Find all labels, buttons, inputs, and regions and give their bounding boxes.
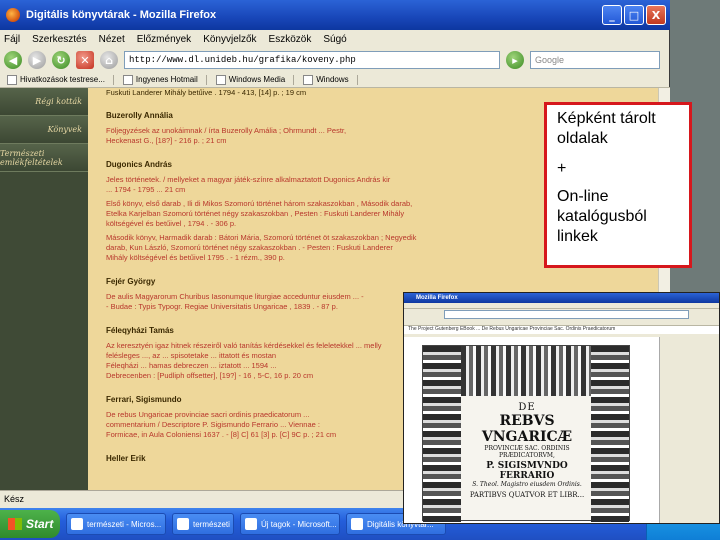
entry-line: Fuskuti Landerer Mihály betűive . 1794 -…: [106, 88, 307, 97]
viewer-caption: The Project Gutenberg EBook ... De Rebus…: [404, 326, 719, 334]
bookmarks-toolbar: Hivatkozások testrese... Ingyenes Hotmai…: [0, 72, 670, 88]
menu-history[interactable]: Előzmények: [137, 34, 191, 45]
entry-line: Mihály költségével és betűivel 1795 . - …: [106, 253, 285, 262]
entry-line: Heckenast G., [18?] - 216 p. ; 21 cm: [106, 136, 227, 145]
engraving-border-right: [591, 346, 629, 522]
sidebar-item-nature[interactable]: Természeti emlékfeltételek: [0, 144, 88, 172]
windows-logo-icon: [8, 518, 22, 530]
taskbar-button[interactable]: Új tagok - Microsoft...: [240, 513, 340, 535]
viewer-address-bar[interactable]: [444, 310, 689, 319]
sidebar-item-old-scores[interactable]: Régi kották: [0, 88, 88, 116]
menu-tools[interactable]: Eszközök: [269, 34, 312, 45]
menu-bar: Fájl Szerkesztés Nézet Előzmények Könyvj…: [0, 30, 670, 48]
bookmark-item[interactable]: Windows: [300, 74, 358, 85]
callout-text-stored-pages: Képként tárolt oldalak: [557, 110, 656, 147]
viewer-menu-bar: [404, 303, 719, 309]
engraving-border-left: [423, 346, 461, 522]
page-icon: [7, 74, 17, 85]
taskbar-button[interactable]: természeti - Micros...: [66, 513, 166, 535]
page-viewer-window: Mozilla Firefox The Project Gutenberg EB…: [403, 292, 720, 524]
firefox-icon: [6, 8, 20, 22]
author-heading: Fejér György: [106, 277, 156, 286]
menu-file[interactable]: Fájl: [4, 34, 20, 45]
reload-icon[interactable]: ↻: [52, 51, 70, 69]
bookmark-item[interactable]: Windows Media: [213, 74, 295, 85]
title-bar[interactable]: Digitális könyvtárak - Mozilla Firefox _…: [0, 0, 670, 30]
forward-arrow-icon[interactable]: ▶: [28, 51, 46, 69]
close-button[interactable]: X: [646, 5, 666, 25]
entry-line: Etelka Karjelban Szomorú történet négy s…: [106, 209, 405, 218]
stop-icon[interactable]: ✕: [76, 51, 94, 69]
page-icon: [122, 74, 133, 85]
callout-plus: +: [557, 160, 567, 177]
scanned-title-page: DE REBVS VNGARICÆ PROVINCIÆ SAC. ORDINIS…: [422, 345, 630, 522]
page-icon: [303, 74, 314, 85]
viewer-side-panel: [659, 337, 719, 523]
site-sidebar: Régi kották Könyvek Természeti emlékfelt…: [0, 88, 88, 490]
navigation-toolbar: ◀ ▶ ↻ ✕ ⌂ http://www.dl.unideb.hu/grafik…: [0, 48, 670, 72]
entry-line: Második könyv, Harmadik darab : Bátori M…: [106, 233, 417, 242]
address-bar[interactable]: http://www.dl.unideb.hu/grafika/koveny.p…: [124, 51, 500, 69]
title-page-text: DE REBVS VNGARICÆ PROVINCIÆ SAC. ORDINIS…: [469, 402, 585, 499]
menu-help[interactable]: Súgó: [323, 34, 346, 45]
entry-line: darab, Kun László, Szomorú történet négy…: [106, 243, 393, 252]
annotation-callout: Képként tárolt oldalak + On-line katalóg…: [544, 102, 692, 268]
engraving-border-top: [461, 346, 593, 396]
viewer-title-bar[interactable]: Mozilla Firefox: [404, 293, 719, 303]
firefox-icon: [351, 518, 363, 530]
maximize-button[interactable]: □: [624, 5, 644, 25]
entry-line: Följegyzések az unokáimnak / írta Buzero…: [106, 126, 347, 135]
bookmark-item[interactable]: Hivatkozások testrese...: [4, 74, 114, 85]
window-title: Digitális könyvtárak - Mozilla Firefox: [26, 9, 217, 21]
start-button[interactable]: Start: [0, 510, 60, 538]
go-arrow-icon[interactable]: ▸: [506, 51, 524, 69]
app-icon: [177, 518, 189, 530]
search-input[interactable]: Google: [530, 51, 660, 69]
sidebar-item-books[interactable]: Könyvek: [0, 116, 88, 144]
entry-line: ... 1794 - 1795 ... 21 cm: [106, 185, 186, 194]
entry-line: költségével és betűivel , 1794 . - 306 p…: [106, 219, 237, 228]
minimize-button[interactable]: _: [602, 5, 622, 25]
taskbar-button[interactable]: természeti: [172, 513, 234, 535]
app-icon: [245, 518, 257, 530]
menu-bookmarks[interactable]: Könyvjelzők: [203, 34, 256, 45]
entry-line: Jeles történetek. / mellyeket a magyar j…: [106, 175, 391, 184]
window-controls: _ □ X: [602, 5, 666, 25]
page-icon: [215, 74, 226, 85]
entry-line: Első könyv, első darab , Ili di Mikos Sz…: [106, 199, 413, 208]
back-arrow-icon[interactable]: ◀: [4, 51, 22, 69]
callout-text-catalog-links: On-line katalógusból linkek: [557, 188, 647, 245]
home-icon[interactable]: ⌂: [100, 51, 118, 69]
bookmark-item[interactable]: Ingyenes Hotmail: [120, 74, 207, 85]
menu-view[interactable]: Nézet: [99, 34, 125, 45]
menu-edit[interactable]: Szerkesztés: [32, 34, 86, 45]
app-icon: [71, 518, 83, 530]
